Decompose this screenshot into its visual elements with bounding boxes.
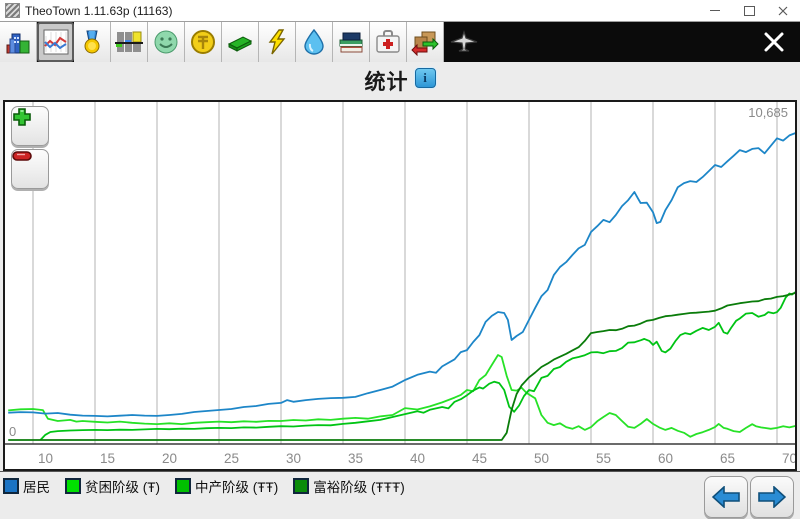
money-cash-icon (226, 28, 254, 56)
toolbar-button-water[interactable] (296, 22, 333, 62)
statistics-chart-panel: 10 15 20 25 30 35 40 45 50 55 60 65 70 10,685 0 (3, 100, 797, 471)
series-line-1 (8, 355, 795, 437)
toolbar-button-happiness[interactable] (148, 22, 185, 62)
zoom-out-button[interactable] (11, 149, 49, 189)
x-axis-tick-label: 25 (224, 451, 239, 466)
legend-item-poor: 贫困阶级 (Ŧ) (65, 476, 160, 496)
city-buildings-icon (4, 28, 32, 56)
toolbar-button-education[interactable] (333, 22, 370, 62)
statistics-chart-icon (42, 28, 70, 56)
game-toolbar (0, 22, 800, 62)
maximize-button[interactable] (732, 0, 766, 21)
legend-item-residents: 居民 (3, 476, 50, 496)
legend-item-middle: 中产阶级 (ŦŦ) (175, 476, 278, 496)
legend-label: 贫困阶级 (Ŧ) (85, 476, 160, 496)
x-axis-tick-label: 70 (782, 451, 795, 466)
toolbar-button-statistics[interactable] (37, 22, 74, 62)
minimize-button[interactable] (698, 0, 732, 21)
window-title: TheoTown 1.11.63p (11163) (25, 4, 172, 18)
toolbar-button-health[interactable] (370, 22, 407, 62)
legend-label: 居民 (23, 476, 50, 496)
x-axis-tick-label: 20 (162, 451, 177, 466)
left-arrow-icon (712, 486, 740, 508)
panel-close-button[interactable] (748, 22, 800, 62)
zones-tiles-icon (115, 28, 143, 56)
x-axis-tick-label: 35 (348, 451, 363, 466)
panel-header: 统计 i (0, 62, 800, 100)
rank-medal-icon (78, 28, 106, 56)
toolbar-button-theons[interactable] (185, 22, 222, 62)
info-icon[interactable]: i (415, 68, 436, 88)
minimize-icon (710, 10, 720, 11)
poor-swatch (65, 478, 81, 494)
health-medkit-icon (374, 28, 402, 56)
window-close-button[interactable] (766, 0, 800, 21)
toolbar-button-trade[interactable] (407, 22, 444, 62)
x-axis-tick-label: 15 (100, 451, 115, 466)
education-books-icon (337, 28, 365, 56)
x-axis-tick-label: 10 (38, 451, 53, 466)
x-axis-tick-label: 65 (720, 451, 735, 466)
legend-label: 中产阶级 (ŦŦ) (195, 476, 278, 496)
toolbar-button-money[interactable] (222, 22, 259, 62)
right-arrow-icon (758, 486, 786, 508)
toolbar-button-airport[interactable] (444, 22, 484, 62)
toolbar-button-energy[interactable] (259, 22, 296, 62)
plus-icon (12, 107, 32, 127)
theon-coin-icon (189, 28, 217, 56)
happiness-smiley-icon (152, 28, 180, 56)
next-page-button[interactable] (750, 476, 794, 518)
x-axis-tick-label: 60 (658, 451, 673, 466)
x-axis-tick-label: 40 (410, 451, 425, 466)
airport-plane-icon (449, 30, 479, 54)
x-axis-tick-label: 55 (596, 451, 611, 466)
water-drop-icon (300, 28, 328, 56)
trade-goods-icon (411, 28, 439, 56)
series-line-0 (8, 133, 795, 416)
toolbar-button-rank[interactable] (74, 22, 111, 62)
legend-item-rich: 富裕阶级 (ŦŦŦ) (293, 476, 404, 496)
app-icon (5, 3, 20, 18)
prev-page-button[interactable] (704, 476, 748, 518)
y-axis-max-label: 10,685 (748, 105, 788, 120)
chart-legend: 居民 贫困阶级 (Ŧ) 中产阶级 (ŦŦ) 富裕阶级 (ŦŦŦ) (0, 472, 800, 500)
x-axis-tick-label: 45 (472, 451, 487, 466)
maximize-icon (744, 6, 755, 16)
residents-swatch (3, 478, 19, 494)
y-axis-min-label: 0 (9, 424, 16, 439)
legend-label: 富裕阶级 (ŦŦŦ) (313, 476, 404, 496)
window-close-icon (778, 6, 788, 16)
series-line-3 (8, 293, 795, 440)
toolbar-button-city[interactable] (0, 22, 37, 62)
middle-swatch (175, 478, 191, 494)
os-titlebar: TheoTown 1.11.63p (11163) (0, 0, 800, 22)
x-axis-tick-label: 30 (286, 451, 301, 466)
page-title: 统计 (365, 66, 409, 96)
minus-icon (12, 150, 32, 162)
rich-swatch (293, 478, 309, 494)
close-x-icon (763, 31, 785, 53)
toolbar-spacer (484, 22, 748, 62)
chart-plot[interactable]: 10 15 20 25 30 35 40 45 50 55 60 65 70 (5, 102, 795, 469)
energy-bolt-icon (263, 28, 291, 56)
bottom-bar: 居民 贫困阶级 (Ŧ) 中产阶级 (ŦŦ) 富裕阶级 (ŦŦŦ) (0, 471, 800, 519)
zoom-in-button[interactable] (11, 106, 49, 146)
x-axis-tick-label: 50 (534, 451, 549, 466)
toolbar-button-zones[interactable] (111, 22, 148, 62)
